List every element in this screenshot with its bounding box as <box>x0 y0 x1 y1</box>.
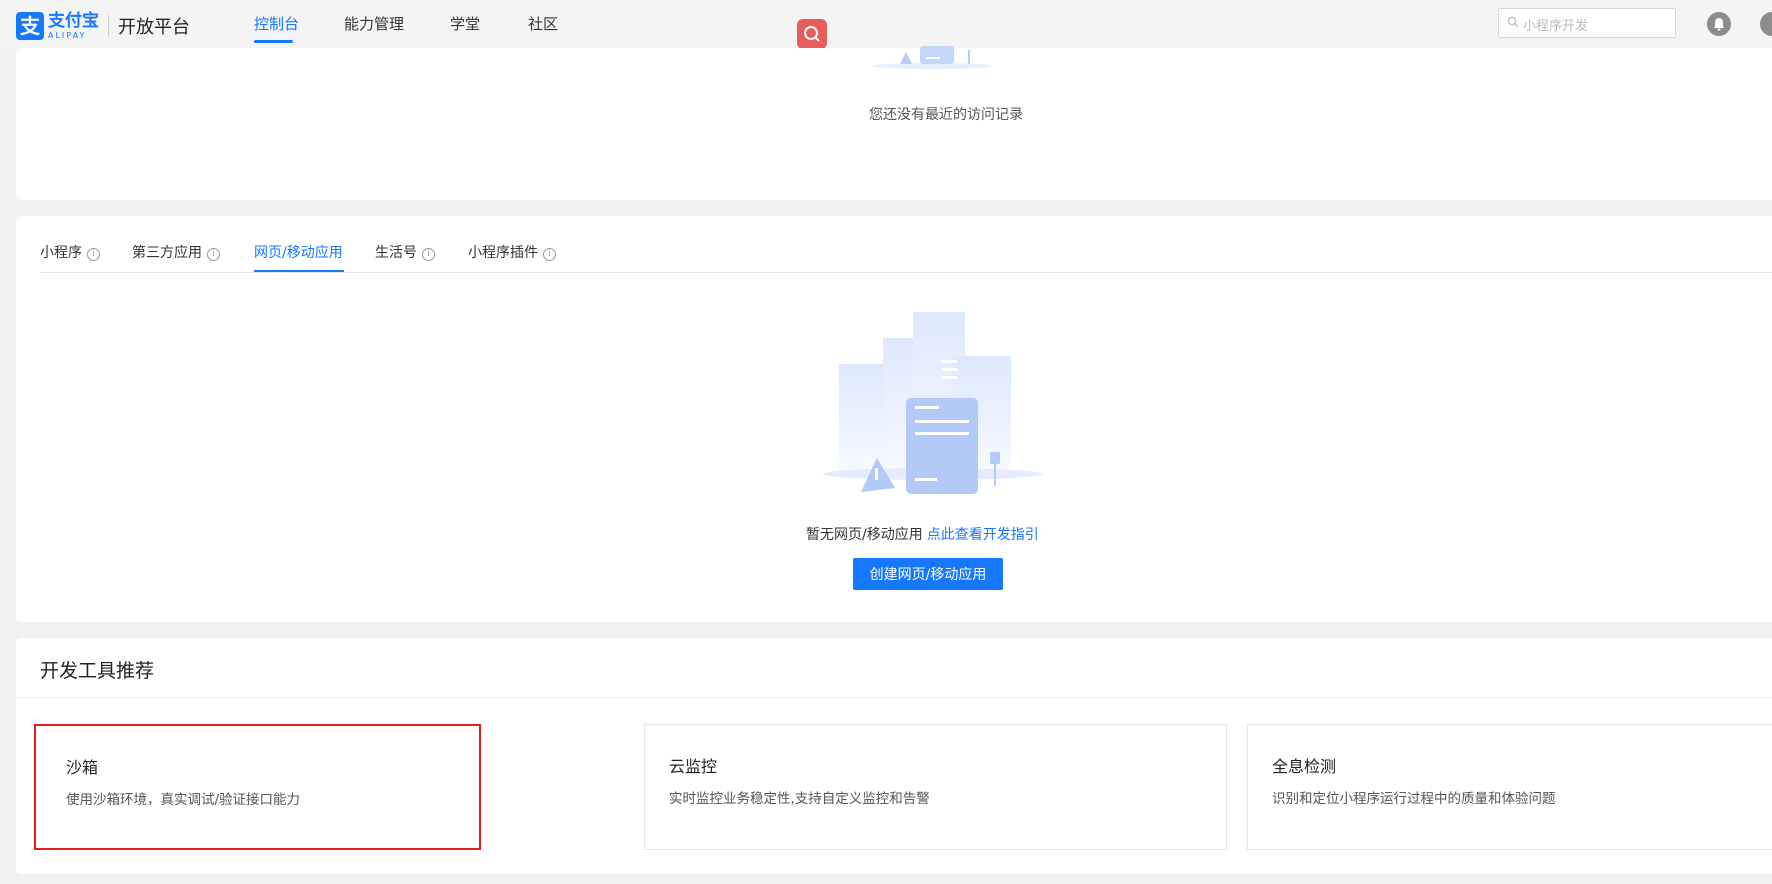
tab-miniprogram[interactable]: 小程序 i <box>40 242 100 262</box>
tool-name: 沙箱 <box>66 758 99 777</box>
info-icon[interactable]: i <box>87 248 100 261</box>
tab-third-party-app[interactable]: 第三方应用 i <box>132 242 220 262</box>
tool-card-holographic-detection[interactable]: 全息检测 识别和定位小程序运行过程中的质量和体验问题 <box>1247 724 1772 850</box>
tab-active-indicator <box>254 270 344 272</box>
tab-label: 生活号 <box>375 245 417 261</box>
info-icon[interactable]: i <box>207 248 220 261</box>
user-avatar[interactable] <box>1760 12 1772 36</box>
dev-tools-card: 开发工具推荐 沙箱 使用沙箱环境，真实调试/验证接口能力 云监控 实时监控业务稳… <box>16 638 1772 874</box>
top-navigation-bar: 支 支付宝 ALIPAY 开放平台 控制台 能力管理 学堂 社区 小程序开发 <box>0 0 1772 48</box>
tool-name: 云监控 <box>669 757 718 776</box>
nav-academy[interactable]: 学堂 <box>450 0 480 48</box>
tool-desc: 实时监控业务稳定性,支持自定义监控和告警 <box>669 791 930 807</box>
nav-capability-management[interactable]: 能力管理 <box>344 0 404 48</box>
section-divider <box>16 697 1772 698</box>
tab-label: 网页/移动应用 <box>254 245 343 261</box>
recent-visits-card: 您还没有最近的访问记录 <box>16 46 1772 200</box>
platform-name: 开放平台 <box>118 17 190 38</box>
recent-empty-text: 您还没有最近的访问记录 <box>869 107 1023 123</box>
logo-text: 支付宝 ALIPAY <box>48 10 99 40</box>
search-icon <box>804 26 820 42</box>
tool-card-cloud-monitor[interactable]: 云监控 实时监控业务稳定性,支持自定义监控和告警 <box>644 724 1227 850</box>
floating-search-button[interactable] <box>797 19 827 49</box>
logo-brand-en: ALIPAY <box>48 30 87 40</box>
tab-label: 小程序插件 <box>468 245 538 261</box>
dev-tools-title: 开发工具推荐 <box>40 660 155 682</box>
empty-illustration <box>873 46 993 69</box>
apps-empty-text: 暂无网页/移动应用 <box>806 527 923 543</box>
apps-empty-message: 暂无网页/移动应用 点此查看开发指引 <box>806 524 1039 544</box>
empty-illustration <box>823 312 1043 494</box>
bell-icon[interactable] <box>1707 12 1731 36</box>
search-placeholder: 小程序开发 <box>1523 19 1589 34</box>
search-input[interactable]: 小程序开发 <box>1498 8 1676 38</box>
info-icon[interactable]: i <box>543 248 556 261</box>
apps-card: 小程序 i 第三方应用 i 网页/移动应用 生活号 i 小程序插件 i 暂无网页… <box>16 216 1772 622</box>
nav-active-indicator <box>254 40 293 43</box>
logo-brand-cn: 支付宝 <box>48 10 99 31</box>
tool-desc: 使用沙箱环境，真实调试/验证接口能力 <box>66 792 301 808</box>
nav-community[interactable]: 社区 <box>528 0 558 48</box>
logo-divider <box>108 15 109 37</box>
tool-name: 全息检测 <box>1272 757 1337 776</box>
tool-desc: 识别和定位小程序运行过程中的质量和体验问题 <box>1272 791 1556 807</box>
alipay-logo-icon: 支 <box>16 12 44 40</box>
search-icon <box>1507 16 1519 28</box>
info-icon[interactable]: i <box>422 248 435 261</box>
tool-card-sandbox[interactable]: 沙箱 使用沙箱环境，真实调试/验证接口能力 <box>34 724 481 850</box>
tab-miniprogram-plugin[interactable]: 小程序插件 i <box>468 242 556 262</box>
create-web-mobile-app-button[interactable]: 创建网页/移动应用 <box>853 558 1003 590</box>
tab-label: 第三方应用 <box>132 245 202 261</box>
tab-divider <box>40 272 1772 273</box>
dev-guide-link[interactable]: 点此查看开发指引 <box>927 527 1039 543</box>
tab-label: 小程序 <box>40 245 82 261</box>
alipay-logo[interactable]: 支 支付宝 ALIPAY 开放平台 <box>16 12 190 40</box>
tab-lifestyle-account[interactable]: 生活号 i <box>375 242 435 262</box>
tab-web-mobile-app[interactable]: 网页/移动应用 <box>254 242 343 262</box>
